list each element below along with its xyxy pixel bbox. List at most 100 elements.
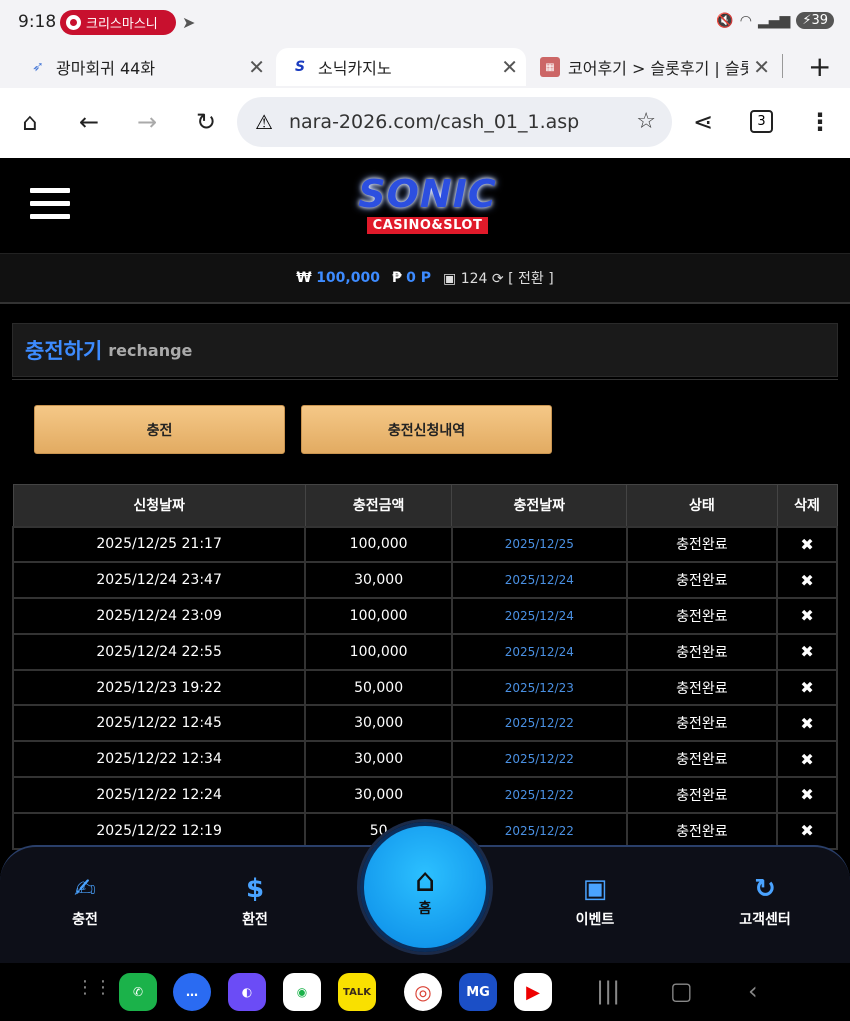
- charge-date: 2025/12/25: [450, 525, 628, 564]
- status: 충전완료: [625, 740, 779, 779]
- youtube-app-icon[interactable]: ▶: [514, 973, 552, 1011]
- request-date: 2025/12/22 12:34: [11, 740, 307, 779]
- amount: 30,000: [304, 776, 453, 814]
- delete-icon[interactable]: ✖: [776, 704, 838, 743]
- table-row: 2025/12/22 12:34 30,000 2025/12/22 충전완료 ✖: [11, 740, 838, 779]
- close-tab-icon[interactable]: ✕: [501, 55, 518, 79]
- mg-bank-app-icon[interactable]: MG: [459, 973, 497, 1011]
- status-time: 9:18: [18, 12, 57, 32]
- point-balance: ₱ 0 P: [391, 270, 432, 286]
- amount: 100,000: [304, 525, 453, 564]
- warning-icon[interactable]: ⚠: [255, 110, 273, 134]
- address-bar[interactable]: ⚠ nara-2026.com/cash_01_1.asp ☆: [237, 97, 672, 147]
- new-tab-icon[interactable]: +: [808, 50, 831, 83]
- record-icon: [66, 15, 81, 30]
- close-tab-icon[interactable]: ✕: [248, 55, 265, 79]
- request-date: 2025/12/24 23:47: [11, 561, 307, 600]
- status: 충전완료: [625, 632, 779, 671]
- nav-event[interactable]: ▣ 이벤트: [545, 869, 645, 929]
- back-icon[interactable]: ←: [74, 108, 104, 136]
- nav-charge[interactable]: ✍ 충전: [35, 869, 135, 929]
- chrome-app-icon[interactable]: ◎: [404, 973, 442, 1011]
- tab-title: 코어후기 > 슬롯후기 | 슬롯: [568, 59, 748, 78]
- hamburger-menu-icon[interactable]: [30, 188, 70, 227]
- table-row: 2025/12/24 23:47 30,000 2025/12/24 충전완료 ✖: [11, 561, 838, 600]
- charge-date: 2025/12/22: [450, 704, 628, 743]
- charge-date: 2025/12/22: [450, 740, 628, 779]
- request-date: 2025/12/23 19:22: [11, 668, 307, 707]
- table-row: 2025/12/25 21:17 100,000 2025/12/25 충전완료 ✖: [11, 525, 838, 564]
- amount: 30,000: [304, 740, 453, 779]
- balance-bar: ₩ 100,000 ₱ 0 P ▣ 124 ⟳ [ 전환 ]: [0, 254, 850, 304]
- home-icon[interactable]: ⌂: [15, 108, 45, 136]
- tab-2-active[interactable]: S 소닉카지노 ✕: [276, 48, 526, 86]
- status: 충전완료: [625, 597, 779, 635]
- internet-app-icon[interactable]: ◐: [228, 973, 266, 1011]
- request-date: 2025/12/24 23:09: [11, 597, 307, 635]
- amount: 30,000: [304, 704, 453, 743]
- column-header: 신청날짜: [12, 484, 306, 527]
- camera-app-icon[interactable]: ◉: [283, 973, 321, 1011]
- status: 충전완료: [625, 561, 779, 600]
- recent-apps-icon[interactable]: |||: [596, 977, 620, 1005]
- delete-icon[interactable]: ✖: [776, 561, 838, 600]
- reload-icon[interactable]: ↻: [191, 108, 221, 136]
- menu-dots-icon[interactable]: ⋮: [805, 108, 835, 136]
- money-hands-icon: $: [245, 874, 265, 904]
- charge-date: 2025/12/23: [450, 668, 628, 707]
- charge-date: 2025/12/24: [450, 597, 628, 635]
- share-icon[interactable]: ⋖: [688, 108, 718, 136]
- favicon-icon: ▦: [540, 57, 560, 77]
- notification-chip[interactable]: 크리스마스니: [60, 10, 176, 35]
- amount: 100,000: [304, 632, 453, 671]
- coin-balance: ▣ 124 ⟳ [ 전환 ]: [443, 271, 554, 287]
- gift-icon: ▣: [582, 874, 608, 904]
- messages-app-icon[interactable]: …: [173, 973, 211, 1011]
- nav-home-button[interactable]: ⌂ 홈: [360, 822, 490, 952]
- forward-icon[interactable]: →: [132, 108, 162, 136]
- request-date: 2025/12/22 12:24: [11, 776, 307, 814]
- request-date: 2025/12/25 21:17: [11, 525, 307, 564]
- bookmark-star-icon[interactable]: ☆: [636, 109, 656, 134]
- tab-divider: [782, 54, 783, 78]
- tab-3[interactable]: ▦ 코어후기 > 슬롯후기 | 슬롯 ✕: [540, 48, 778, 86]
- delete-icon[interactable]: ✖: [776, 632, 838, 671]
- column-header: 충전금액: [304, 484, 453, 527]
- home-nav-icon[interactable]: ▢: [670, 977, 693, 1005]
- column-header: 충전날짜: [451, 484, 628, 527]
- browser-toolbar: ⌂ ← → ↻ ⚠ nara-2026.com/cash_01_1.asp ☆ …: [0, 88, 850, 158]
- nav-support[interactable]: ↻ 고객센터: [715, 869, 815, 929]
- charge-button[interactable]: 충전: [34, 405, 285, 454]
- table-row: 2025/12/24 23:09 100,000 2025/12/24 충전완료 ✖: [11, 597, 838, 635]
- site-logo[interactable]: SONIC CASINO&SLOT: [345, 174, 510, 236]
- amount: 100,000: [304, 597, 453, 635]
- charge-history-button[interactable]: 충전신청내역: [301, 405, 552, 454]
- delete-icon[interactable]: ✖: [776, 740, 838, 779]
- charge-date: 2025/12/22: [450, 776, 628, 814]
- close-tab-icon[interactable]: ✕: [753, 55, 770, 79]
- amount: 50,000: [304, 668, 453, 707]
- tab-count-button[interactable]: 3: [750, 110, 773, 133]
- status: 충전완료: [625, 525, 779, 564]
- request-date: 2025/12/22 12:45: [11, 704, 307, 743]
- nav-exchange[interactable]: $ 환전: [205, 869, 305, 929]
- status: 충전완료: [625, 704, 779, 743]
- delete-icon[interactable]: ✖: [776, 776, 838, 814]
- charge-date: 2025/12/24: [450, 632, 628, 671]
- convert-link[interactable]: [ 전환 ]: [508, 271, 554, 287]
- kakaotalk-app-icon[interactable]: TALK: [338, 973, 376, 1011]
- table-row: 2025/12/24 22:55 100,000 2025/12/24 충전완료 ✖: [11, 632, 838, 671]
- delete-icon[interactable]: ✖: [776, 597, 838, 635]
- phone-app-icon[interactable]: ✆: [119, 973, 157, 1011]
- back-nav-icon[interactable]: ‹: [748, 977, 758, 1005]
- delete-icon[interactable]: ✖: [776, 668, 838, 707]
- mute-icon: 🔇: [716, 12, 734, 29]
- status: 충전완료: [625, 811, 779, 850]
- tab-1[interactable]: ➶ 광마회귀 44화 ✕: [28, 48, 273, 86]
- delete-icon[interactable]: ✖: [776, 811, 838, 850]
- charge-date: 2025/12/24: [450, 561, 628, 600]
- deposit-hand-icon: ✍: [74, 874, 96, 904]
- delete-icon[interactable]: ✖: [776, 525, 838, 564]
- refresh-icon[interactable]: ⟳: [492, 271, 504, 287]
- site-header: SONIC CASINO&SLOT: [0, 158, 850, 254]
